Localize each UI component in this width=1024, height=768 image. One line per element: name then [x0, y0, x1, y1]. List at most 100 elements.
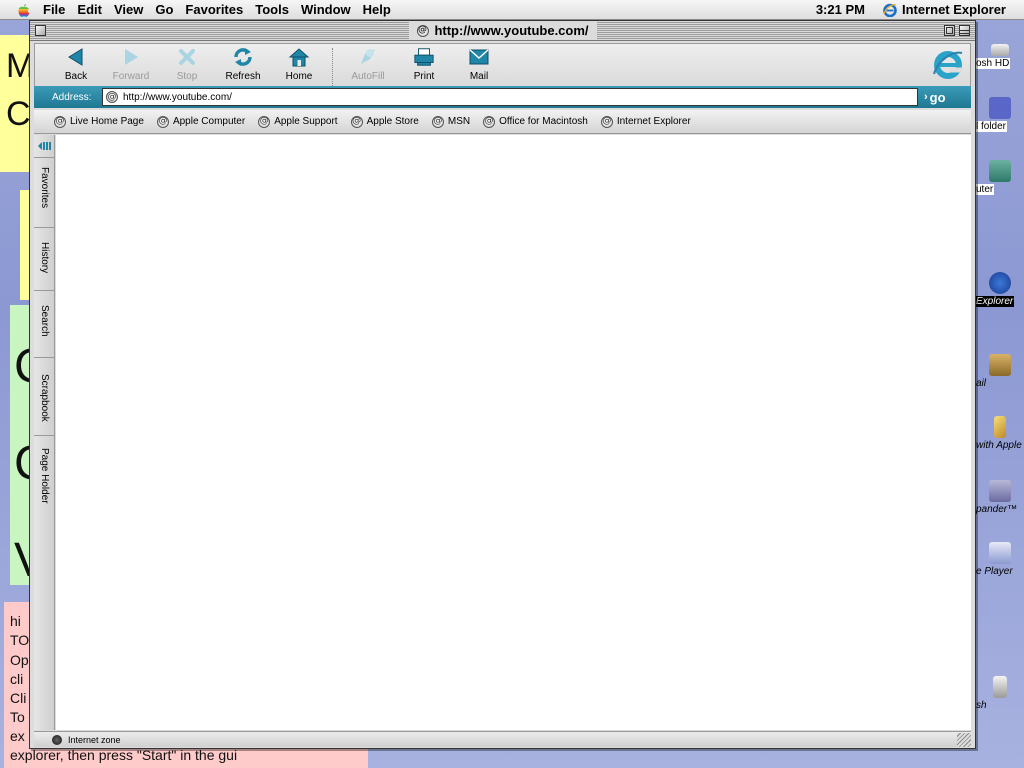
active-app-name: Internet Explorer	[901, 2, 1006, 17]
sticky-note-yellow[interactable]: M C	[0, 35, 30, 172]
desktop-icon-label: e Player	[976, 566, 1013, 577]
web-page-icon: @	[156, 115, 169, 128]
menu-view[interactable]: View	[114, 2, 153, 17]
mail-button[interactable]: Mail	[451, 46, 507, 82]
sticky-letter: C	[6, 95, 30, 133]
go-label: go	[929, 89, 946, 105]
print-button[interactable]: Print	[396, 46, 452, 82]
mail-icon	[988, 354, 1011, 376]
menu-edit[interactable]: Edit	[77, 2, 112, 17]
tab-scrapbook[interactable]: Scrapbook	[34, 357, 55, 437]
web-page-icon: @	[106, 91, 118, 103]
tab-favorites[interactable]: Favorites	[34, 157, 55, 217]
menu-window[interactable]: Window	[301, 2, 361, 17]
web-page-icon: @	[416, 24, 429, 37]
refresh-button[interactable]: Refresh	[215, 46, 271, 82]
sticky-note-green[interactable]: C C V	[10, 305, 30, 585]
favorites-bar: @ Live Home Page @ Apple Computer @ Appl…	[34, 110, 971, 134]
web-page-icon: @	[350, 115, 363, 128]
desktop-icon-hard-drive[interactable]: osh HD	[975, 44, 1024, 69]
hard-drive-icon	[990, 44, 1009, 56]
tab-label: History	[39, 241, 50, 274]
desktop-icon-label: uter	[975, 184, 995, 195]
window-title-bar[interactable]: @ http://www.youtube.com/	[30, 21, 975, 41]
home-button[interactable]: Home	[271, 46, 327, 82]
internet-explorer-icon[interactable]	[932, 48, 964, 80]
tab-history[interactable]: History	[34, 227, 55, 287]
chevron-right-icon: ›	[924, 91, 928, 103]
favorite-label: Internet Explorer	[616, 116, 691, 127]
desktop-icon-label: pander™	[976, 504, 1018, 515]
go-button[interactable]: › go	[924, 90, 946, 105]
stop-x-icon	[176, 46, 198, 68]
trash-icon	[992, 676, 1007, 698]
explorer-bar-toggle-icon[interactable]	[37, 140, 52, 152]
web-page-icon: @	[54, 115, 66, 128]
address-bar: Address: @ http://www.youtube.com/ › go	[34, 86, 971, 108]
desktop-icon-label: with Apple	[976, 440, 1022, 451]
desktop-icon-trash[interactable]: sh	[975, 676, 1024, 711]
tab-page-holder[interactable]: Page Holder	[34, 435, 55, 515]
menu-go[interactable]: Go	[155, 2, 183, 17]
home-label: Home	[285, 71, 313, 82]
desktop-icon-stuffit[interactable]: pander™	[975, 480, 1024, 515]
favorite-apple-store[interactable]: @ Apple Store	[350, 115, 419, 128]
menu-help[interactable]: Help	[363, 2, 401, 17]
menu-tools[interactable]: Tools	[255, 2, 299, 17]
menu-favorites[interactable]: Favorites	[185, 2, 253, 17]
sticky-text-line: TO	[10, 632, 30, 648]
sticky-text-line: explorer, then press "Start" in the gui	[10, 747, 238, 763]
autofill-button[interactable]: AutoFill	[340, 46, 396, 82]
web-page-icon: @	[483, 115, 496, 128]
status-text: Internet zone	[68, 734, 121, 745]
forward-arrow-icon	[120, 46, 142, 68]
desktop-icon-quicktime[interactable]: e Player	[975, 542, 1024, 577]
close-box[interactable]	[35, 25, 46, 36]
address-label: Address:	[52, 91, 92, 103]
apple-menu-icon[interactable]	[17, 3, 31, 17]
favorite-apple-support[interactable]: @ Apple Support	[258, 115, 338, 128]
sticky-letter: V	[14, 537, 30, 585]
resize-grip[interactable]	[957, 733, 971, 747]
menubar-clock[interactable]: 3:21 PM	[816, 2, 865, 17]
desktop-icon-internet-explorer[interactable]: Explorer	[975, 272, 1024, 307]
sticky-text-line: To	[10, 709, 25, 725]
back-button[interactable]: Back	[48, 46, 104, 82]
page-content[interactable]	[56, 135, 971, 730]
stop-button[interactable]: Stop	[159, 46, 215, 82]
favorite-label: Apple Computer	[172, 116, 246, 127]
sticky-letter: C	[14, 343, 30, 391]
favorite-label: MSN	[447, 116, 471, 127]
favorite-label: Live Home Page	[70, 116, 144, 127]
desktop-icon-label: ail	[976, 378, 987, 389]
forward-button[interactable]: Forward	[103, 46, 159, 82]
tab-label: Search	[39, 304, 50, 337]
windowshade-box[interactable]	[959, 25, 970, 36]
refresh-icon	[232, 46, 254, 68]
refresh-label: Refresh	[225, 71, 261, 82]
zoom-box[interactable]	[944, 25, 955, 36]
desktop-icon-folder[interactable]: l folder	[975, 97, 1024, 132]
favorite-internet-explorer[interactable]: @ Internet Explorer	[600, 115, 691, 128]
favorite-msn[interactable]: @ MSN	[431, 115, 471, 128]
tab-search[interactable]: Search	[34, 290, 55, 350]
desktop-icon-label: osh HD	[975, 58, 1011, 69]
favorite-office-for-macintosh[interactable]: @ Office for Macintosh	[483, 115, 588, 128]
address-input[interactable]: @ http://www.youtube.com/	[102, 88, 918, 106]
sticky-text-line: Cli	[10, 690, 27, 706]
desktop-icon-computer[interactable]: uter	[975, 160, 1024, 195]
favorite-live-home-page[interactable]: @ Live Home Page	[54, 115, 144, 128]
forward-label: Forward	[112, 71, 150, 82]
folder-icon	[988, 97, 1011, 119]
application-menu[interactable]: Internet Explorer	[883, 2, 1006, 17]
web-page-icon: @	[431, 115, 444, 128]
favorite-apple-computer[interactable]: @ Apple Computer	[156, 115, 246, 128]
desktop-icon-register[interactable]: with Apple	[975, 416, 1024, 451]
web-page-icon: @	[258, 115, 271, 128]
print-label: Print	[413, 71, 435, 82]
menu-file[interactable]: File	[43, 2, 75, 17]
address-value: http://www.youtube.com/	[123, 91, 232, 103]
desktop-icon-mail[interactable]: ail	[975, 354, 1024, 389]
web-page-icon: @	[600, 115, 613, 128]
print-icon	[413, 46, 435, 68]
